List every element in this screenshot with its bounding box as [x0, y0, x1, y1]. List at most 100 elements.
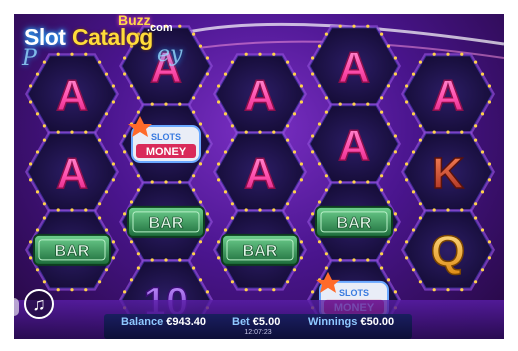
frame-light: [386, 162, 391, 166]
frame-light: [98, 202, 102, 206]
balance-display: Balance €943.40: [121, 316, 206, 328]
frame-light: [418, 280, 422, 284]
frame-light: [272, 208, 276, 212]
reel-5-symbol-3: Q: [430, 226, 466, 277]
frame-light: [380, 252, 384, 256]
symbol-k: K: [432, 149, 464, 198]
music-toggle-button[interactable]: ♫: [24, 289, 54, 319]
frame-light: [393, 290, 397, 294]
reel-3-symbol-2: A: [243, 148, 276, 199]
frame-light: [223, 150, 228, 154]
frame-light: [150, 180, 154, 184]
frame-light: [352, 102, 356, 106]
frame-light: [393, 150, 397, 154]
frame-light: [42, 216, 46, 220]
frame-light: [42, 124, 46, 128]
frame-light: [311, 56, 315, 60]
frame-light: [286, 124, 290, 128]
frame-light: [311, 290, 315, 294]
frame-light: [299, 256, 303, 260]
side-menu-handle[interactable]: [14, 298, 19, 316]
frame-light: [393, 72, 397, 76]
frame-light: [70, 130, 74, 134]
frame-light: [70, 288, 74, 292]
frame-light: [104, 112, 109, 116]
frame-light: [317, 240, 322, 244]
frame-light: [299, 178, 303, 182]
frame-light: [366, 24, 370, 28]
frame-light: [380, 174, 384, 178]
winnings-label: Winnings: [308, 316, 358, 328]
frame-light: [217, 240, 221, 244]
frame-light: [299, 84, 303, 88]
frame-light: [98, 280, 102, 284]
frame-light: [56, 130, 60, 134]
frame-light: [292, 150, 297, 154]
frame-light: [432, 130, 436, 134]
frame-light: [299, 162, 303, 166]
frame-light: [460, 288, 464, 292]
bar-text: BAR: [55, 243, 90, 260]
frame-light: [292, 228, 297, 232]
frame-light: [352, 24, 356, 28]
frame-light: [324, 32, 328, 36]
frame-light: [111, 240, 115, 244]
frame-light: [487, 84, 491, 88]
frame-light: [217, 178, 221, 182]
frame-light: [272, 52, 276, 56]
symbol-q: Q: [431, 227, 465, 276]
frame-light: [386, 240, 391, 244]
frame-light: [164, 180, 168, 184]
frame-light: [311, 228, 315, 232]
winnings-display: Winnings €50.00: [308, 316, 394, 328]
frame-light: [411, 268, 416, 272]
slotcatalog-logo: P ey Slot Catalog Buzz .com: [22, 14, 222, 76]
frame-light: [474, 202, 478, 206]
frame-light: [311, 150, 315, 154]
frame-light: [418, 124, 422, 128]
frame-light: [487, 178, 491, 182]
frame-light: [178, 258, 182, 262]
frame-light: [198, 122, 203, 126]
frame-light: [286, 280, 290, 284]
frame-light: [35, 228, 40, 232]
bar-text: BAR: [337, 215, 372, 232]
frame-light: [258, 208, 262, 212]
logo-symbol-top: SLOTS: [339, 288, 369, 298]
frame-light: [217, 84, 221, 88]
bar-text: BAR: [149, 215, 184, 232]
frame-light: [317, 162, 322, 166]
music-note-icon: ♫: [32, 294, 46, 314]
frame-light: [205, 290, 209, 294]
frame-light: [129, 240, 134, 244]
frame-light: [317, 122, 322, 126]
reel-4-symbol-2: A: [337, 120, 370, 171]
symbol-a: A: [244, 149, 276, 198]
frame-light: [205, 150, 209, 154]
frame-light: [150, 102, 154, 106]
frame-light: [405, 162, 409, 166]
frame-light: [111, 178, 115, 182]
frame-light: [192, 188, 196, 192]
clock: 12:07:23: [244, 329, 272, 336]
logo-symbol-top: SLOTS: [151, 132, 181, 142]
frame-light: [230, 202, 234, 206]
symbol-a: A: [244, 71, 276, 120]
frame-light: [366, 258, 370, 262]
frame-light: [324, 174, 328, 178]
reel-2-symbol-3: BAR: [127, 205, 205, 238]
frame-light: [29, 256, 33, 260]
frame-light: [205, 228, 209, 232]
frame-light: [446, 208, 450, 212]
frame-light: [324, 266, 328, 270]
frame-light: [217, 100, 221, 104]
balance-value: €943.40: [166, 316, 207, 328]
frame-light: [42, 138, 46, 142]
frame-light: [411, 72, 416, 76]
reel-5-symbol-2: K: [431, 148, 465, 199]
frame-light: [418, 216, 422, 220]
frame-light: [446, 130, 450, 134]
frame-light: [487, 100, 491, 104]
frame-light: [192, 110, 196, 114]
frame-light: [380, 110, 384, 114]
